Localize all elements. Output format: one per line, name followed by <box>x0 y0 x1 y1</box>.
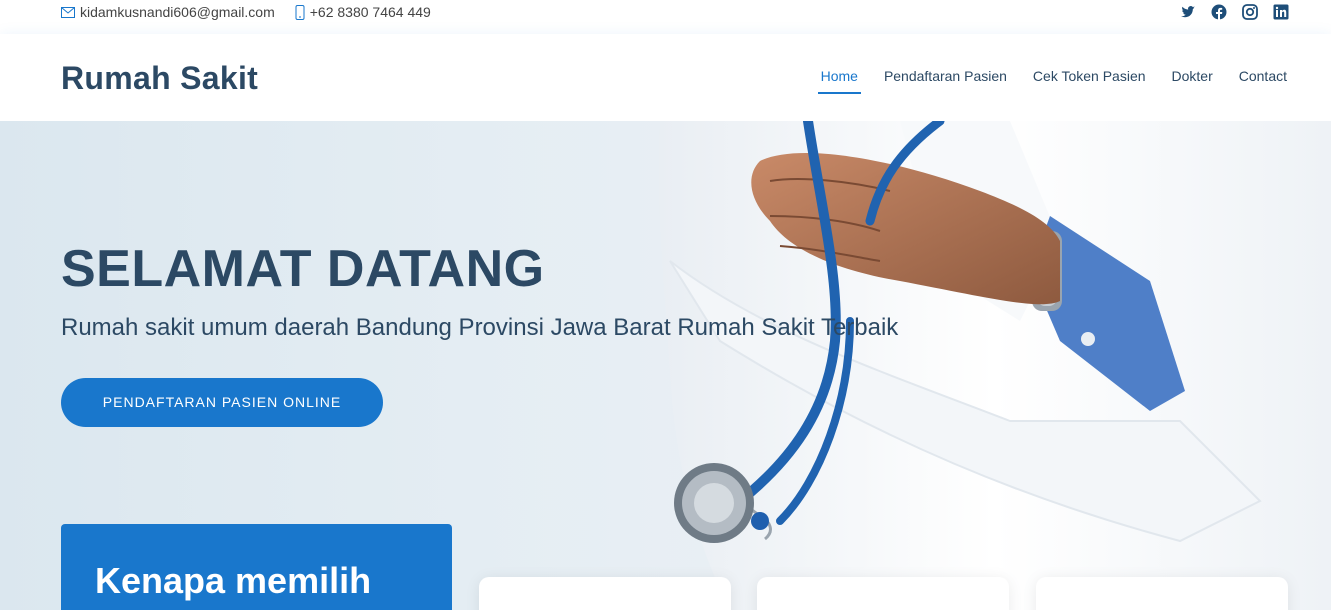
site-logo[interactable]: Rumah Sakit <box>61 60 258 97</box>
feature-card <box>479 577 731 610</box>
envelope-icon <box>61 6 75 18</box>
main-nav: Home Pendaftaran Pasien Cek Token Pasien… <box>795 68 1287 94</box>
nav-dokter[interactable]: Dokter <box>1172 68 1213 92</box>
hero-section: SELAMAT DATANG Rumah sakit umum daerah B… <box>0 121 1331 610</box>
phone-icon <box>295 4 305 20</box>
instagram-icon[interactable] <box>1242 4 1258 20</box>
nav-pendaftaran-pasien[interactable]: Pendaftaran Pasien <box>884 68 1007 92</box>
why-choose-box: Kenapa memilih <box>61 524 452 610</box>
feature-card <box>1036 577 1288 610</box>
phone-text[interactable]: +62 8380 7464 449 <box>310 4 431 20</box>
contact-info: kidamkusnandi606@gmail.com +62 8380 7464… <box>61 4 451 20</box>
site-header: Rumah Sakit Home Pendaftaran Pasien Cek … <box>0 34 1331 121</box>
social-links <box>1165 4 1289 21</box>
register-online-button[interactable]: PENDAFTARAN PASIEN ONLINE <box>61 378 383 427</box>
nav-cek-token-pasien[interactable]: Cek Token Pasien <box>1033 68 1146 92</box>
hero-subtitle: Rumah sakit umum daerah Bandung Provinsi… <box>61 314 899 341</box>
top-bar: kidamkusnandi606@gmail.com +62 8380 7464… <box>0 0 1331 24</box>
linkedin-icon[interactable] <box>1273 4 1289 20</box>
twitter-icon[interactable] <box>1180 4 1196 20</box>
why-choose-title: Kenapa memilih <box>95 560 372 601</box>
nav-contact[interactable]: Contact <box>1239 68 1287 92</box>
email-text[interactable]: kidamkusnandi606@gmail.com <box>80 4 275 20</box>
phone-item[interactable]: +62 8380 7464 449 <box>295 4 431 20</box>
email-item[interactable]: kidamkusnandi606@gmail.com <box>61 4 275 20</box>
facebook-icon[interactable] <box>1211 4 1227 21</box>
feature-card <box>757 577 1009 610</box>
hero-title: SELAMAT DATANG <box>61 240 545 298</box>
nav-home[interactable]: Home <box>817 68 862 94</box>
